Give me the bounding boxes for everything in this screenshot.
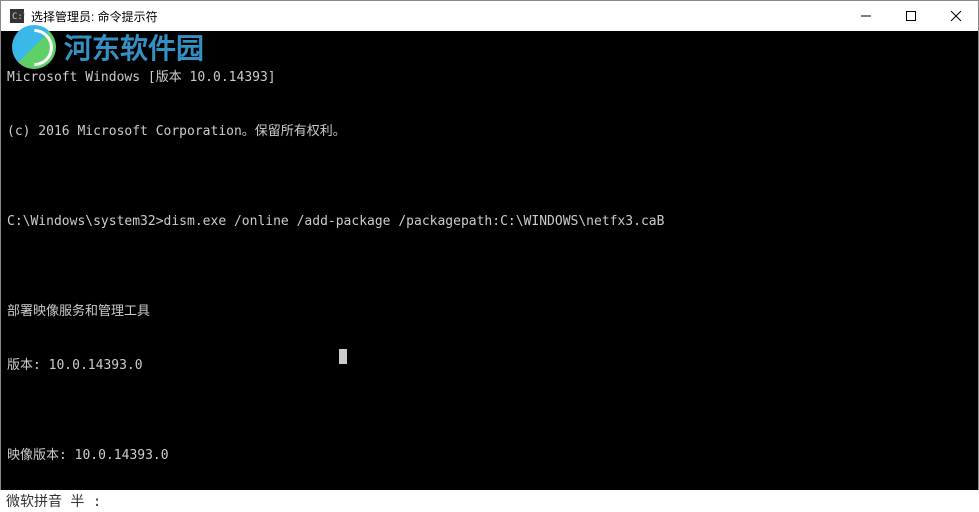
terminal-line: 部署映像服务和管理工具 xyxy=(7,303,972,321)
window-controls xyxy=(843,1,978,31)
close-button[interactable] xyxy=(933,1,978,31)
terminal-output[interactable]: Microsoft Windows [版本 10.0.14393] (c) 20… xyxy=(1,31,978,511)
minimize-button[interactable] xyxy=(843,1,888,31)
terminal-line: 映像版本: 10.0.14393.0 xyxy=(7,447,972,465)
cursor-icon xyxy=(339,349,347,364)
cmd-window: C:\ 选择管理员: 命令提示符 Microsoft Windows [版本 1… xyxy=(0,0,979,512)
terminal-line: (c) 2016 Microsoft Corporation。保留所有权利。 xyxy=(7,123,972,141)
cmd-icon: C:\ xyxy=(9,8,25,24)
ime-status-bar: 微软拼音 半 : xyxy=(0,490,979,512)
terminal-line: Microsoft Windows [版本 10.0.14393] xyxy=(7,69,972,87)
titlebar[interactable]: C:\ 选择管理员: 命令提示符 xyxy=(1,1,978,31)
svg-text:C:\: C:\ xyxy=(12,12,25,22)
maximize-button[interactable] xyxy=(888,1,933,31)
ime-text: 微软拼音 半 : xyxy=(6,491,101,511)
terminal-line: C:\Windows\system32>dism.exe /online /ad… xyxy=(7,213,972,231)
terminal-line: 版本: 10.0.14393.0 xyxy=(7,357,972,375)
window-title: 选择管理员: 命令提示符 xyxy=(31,8,843,25)
